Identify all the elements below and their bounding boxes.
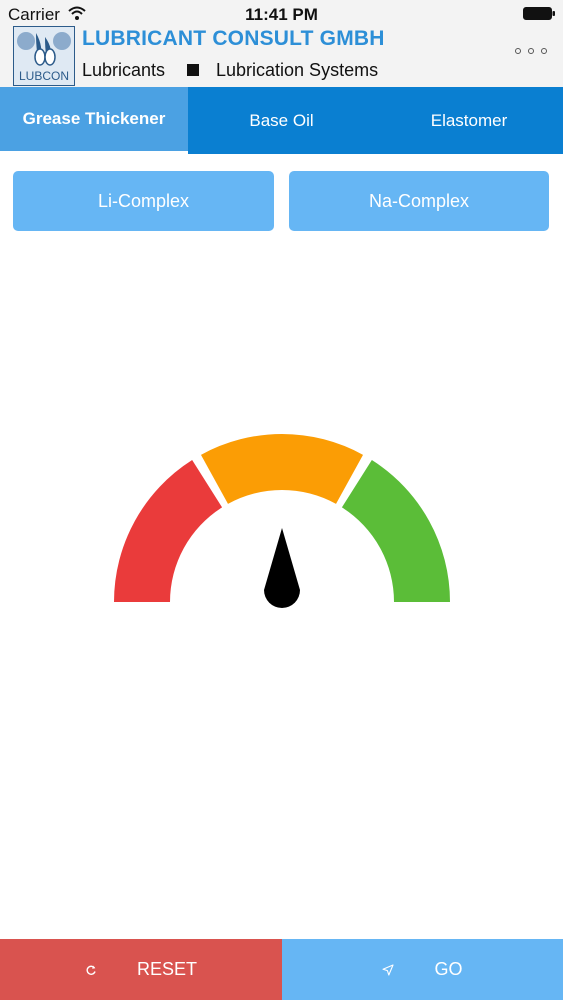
more-options-button[interactable] [515, 41, 547, 61]
tagline-lubricants: Lubricants [82, 60, 166, 80]
reset-button[interactable]: RESET [0, 939, 282, 1000]
gauge-segment-2 [200, 434, 364, 504]
na-complex-button[interactable]: Na-Complex [289, 171, 549, 231]
tab-grease-thickener[interactable]: Grease Thickener [0, 87, 188, 154]
reset-label: RESET [136, 959, 197, 979]
option-label: Li-Complex [97, 190, 190, 211]
lubcon-logo: LUBCON [13, 26, 75, 86]
tagline-separator [187, 64, 199, 76]
tab-label: Base Oil [249, 110, 314, 130]
refresh-icon [86, 965, 96, 975]
tab-bar: Grease Thickener Base Oil Elastomer [0, 87, 563, 154]
tab-label: Grease Thickener [22, 109, 166, 128]
gauge-segment-1 [114, 460, 223, 602]
gauge-needle [264, 528, 300, 608]
more-dot-icon [528, 48, 534, 54]
logo-text: LUBCON [19, 69, 69, 83]
gauge-segment-3 [341, 460, 450, 602]
company-name: LUBRICANT CONSULT GMBH [82, 27, 385, 50]
tab-base-oil[interactable]: Base Oil [188, 87, 375, 154]
tab-elastomer[interactable]: Elastomer [375, 87, 563, 154]
more-dot-icon [541, 48, 547, 54]
clock: 11:41 PM [245, 5, 318, 24]
tagline-lubrication-systems: Lubrication Systems [216, 60, 379, 80]
send-icon [382, 963, 395, 976]
go-label: GO [434, 959, 463, 979]
app-header: LUBCON LUBRICANT CONSULT GMBH Lubricants… [0, 26, 563, 87]
tab-label: Elastomer [430, 110, 508, 130]
battery-icon [523, 7, 555, 20]
go-button[interactable]: GO [282, 939, 563, 1000]
gauge [114, 434, 450, 608]
more-dot-icon [515, 48, 521, 54]
li-complex-button[interactable]: Li-Complex [13, 171, 274, 231]
option-label: Na-Complex [368, 190, 470, 211]
status-bar: Carrier 11:41 PM [0, 0, 563, 26]
